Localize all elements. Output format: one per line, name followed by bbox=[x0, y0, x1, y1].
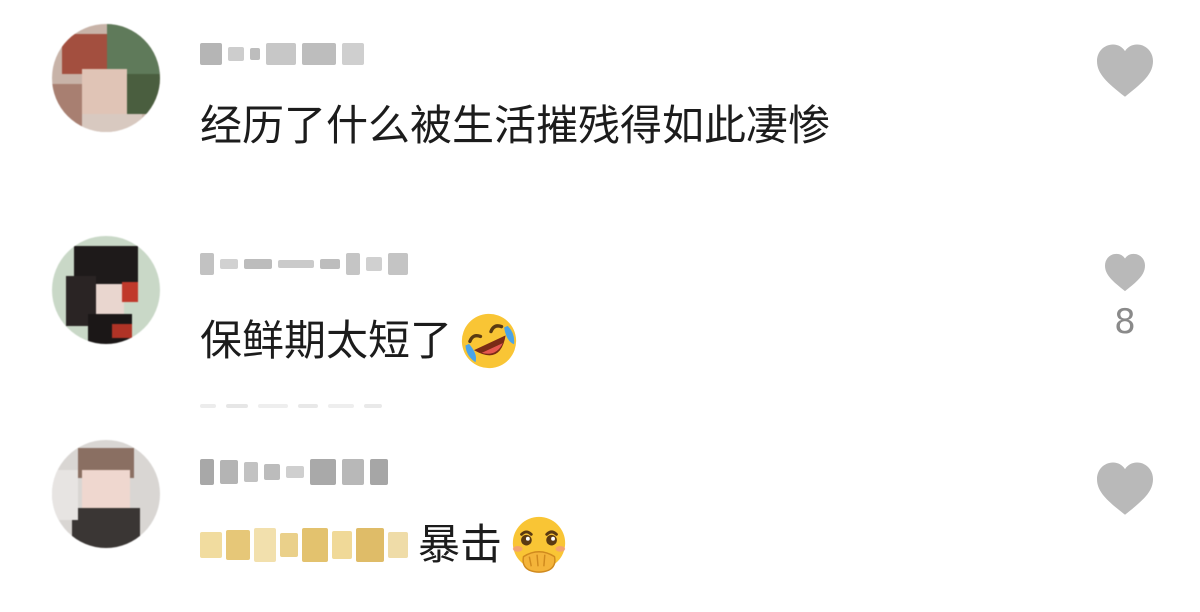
like-count: 8 bbox=[1114, 302, 1136, 342]
avatar[interactable] bbox=[52, 236, 160, 344]
like-button[interactable]: 8 bbox=[1088, 252, 1162, 342]
comment-text: 暴击 bbox=[200, 514, 570, 576]
username-obscured[interactable] bbox=[200, 34, 364, 74]
face-with-hand-over-mouth-icon bbox=[508, 514, 570, 576]
rolling-on-floor-laughing-icon bbox=[458, 310, 520, 372]
avatar[interactable] bbox=[52, 24, 160, 132]
comment-text: 经历了什么被生活摧残得如此凄惨 bbox=[200, 98, 830, 154]
username-obscured[interactable] bbox=[200, 244, 408, 284]
heart-icon bbox=[1105, 253, 1145, 292]
username-obscured[interactable] bbox=[200, 452, 388, 492]
heart-icon bbox=[1097, 44, 1153, 97]
divider bbox=[200, 404, 382, 410]
like-button[interactable] bbox=[1088, 42, 1162, 132]
comment-text-label: 经历了什么被生活摧残得如此凄惨 bbox=[200, 101, 831, 150]
mention-obscured[interactable] bbox=[200, 528, 408, 562]
comment-text-label: 保鲜期太短了 bbox=[200, 316, 453, 365]
comment-text-label: 暴击 bbox=[418, 520, 503, 569]
comment-text: 保鲜期太短了 bbox=[200, 310, 520, 372]
heart-icon bbox=[1097, 462, 1153, 515]
like-button[interactable] bbox=[1088, 460, 1162, 550]
avatar[interactable] bbox=[52, 440, 160, 548]
